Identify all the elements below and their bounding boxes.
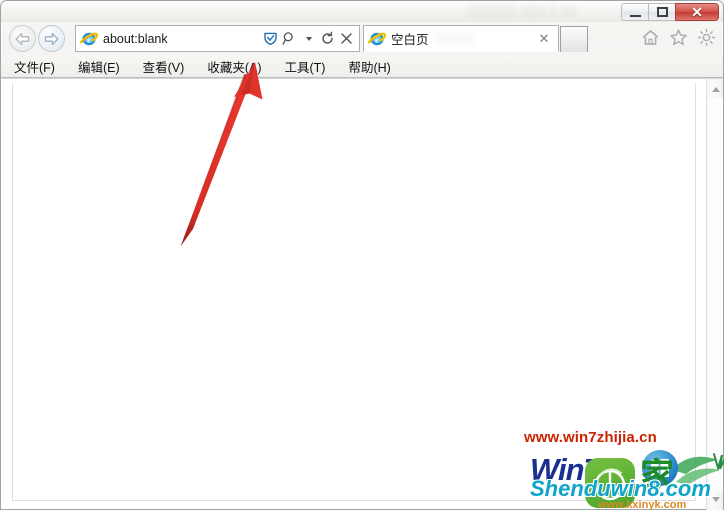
svg-text:e: e [375, 34, 379, 44]
tab-blank-page[interactable]: e 空白页 ░░░░░ ✕ [363, 25, 559, 52]
watermark-url: www.win7zhijia.cn [524, 429, 657, 446]
home-icon[interactable] [640, 27, 661, 48]
watermark-kxinyk: www.kxinyk.com [598, 499, 687, 510]
menu-help[interactable]: 帮助(H) [348, 57, 390, 76]
search-dropdown-icon[interactable] [300, 29, 317, 49]
menu-view[interactable]: 查看(V) [143, 57, 185, 76]
minimize-button[interactable] [621, 3, 648, 21]
forward-button[interactable] [38, 25, 65, 52]
address-input[interactable]: about:blank [103, 32, 262, 46]
vertical-scrollbar[interactable] [706, 79, 723, 510]
new-tab-button[interactable] [560, 26, 588, 52]
tab-favicon-internet-explorer-icon: e [367, 30, 387, 48]
window-controls: ✕ [621, 3, 719, 21]
menu-tools[interactable]: 工具(T) [284, 57, 325, 76]
watermark-logo: Win7 家 Shenduwin8.com www.kxinyk.com [530, 450, 724, 510]
chevron-down-icon [305, 36, 312, 41]
favorites-star-icon[interactable] [668, 27, 689, 48]
compatibility-shield-icon[interactable] [262, 29, 279, 49]
tools-gear-icon[interactable] [696, 27, 717, 48]
close-icon: ✕ [691, 4, 703, 20]
tab-subtitle-blurred: ░░░░░ [435, 32, 475, 45]
address-bar[interactable]: e about:blank [75, 25, 360, 52]
internet-explorer-icon: e [79, 30, 99, 48]
close-button[interactable]: ✕ [675, 3, 719, 21]
maximize-icon [656, 7, 668, 17]
maximize-button[interactable] [648, 3, 675, 21]
stop-icon[interactable] [338, 29, 355, 49]
refresh-icon[interactable] [319, 29, 336, 49]
toolbar-icons [640, 27, 717, 48]
back-button[interactable] [9, 25, 36, 52]
menu-file[interactable]: 文件(F) [14, 57, 55, 76]
menu-favorites[interactable]: 收藏夹(A) [207, 57, 261, 76]
triangle-up [711, 87, 720, 92]
scrollbar-track[interactable] [708, 98, 723, 491]
scroll-up-icon[interactable] [707, 81, 724, 98]
address-bar-icons [262, 29, 355, 49]
menu-edit[interactable]: 编辑(E) [78, 57, 120, 76]
svg-text:e: e [87, 34, 91, 44]
menu-bar: 文件(F) 编辑(E) 查看(V) 收藏夹(A) 工具(T) 帮助(H) [1, 55, 723, 78]
tab-title: 空白页 [391, 33, 429, 47]
search-icon[interactable] [281, 29, 298, 49]
minimize-icon [629, 14, 641, 17]
window-title-blurred: ░░░░░░ ░░░ ░ ░░ [467, 5, 578, 17]
tab-close-icon[interactable]: ✕ [536, 31, 552, 47]
arrow-left-icon [15, 32, 30, 45]
title-bar[interactable]: ░░░░░░ ░░░ ░ ░░ ✕ [1, 1, 723, 22]
arrow-right-icon [44, 32, 59, 45]
navigation-row: e about:blank e 空白页 ░░░░░ ✕ [1, 22, 723, 55]
browser-window: ░░░░░░ ░░░ ░ ░░ ✕ e about:blank e 空白页 ░░… [0, 0, 724, 510]
